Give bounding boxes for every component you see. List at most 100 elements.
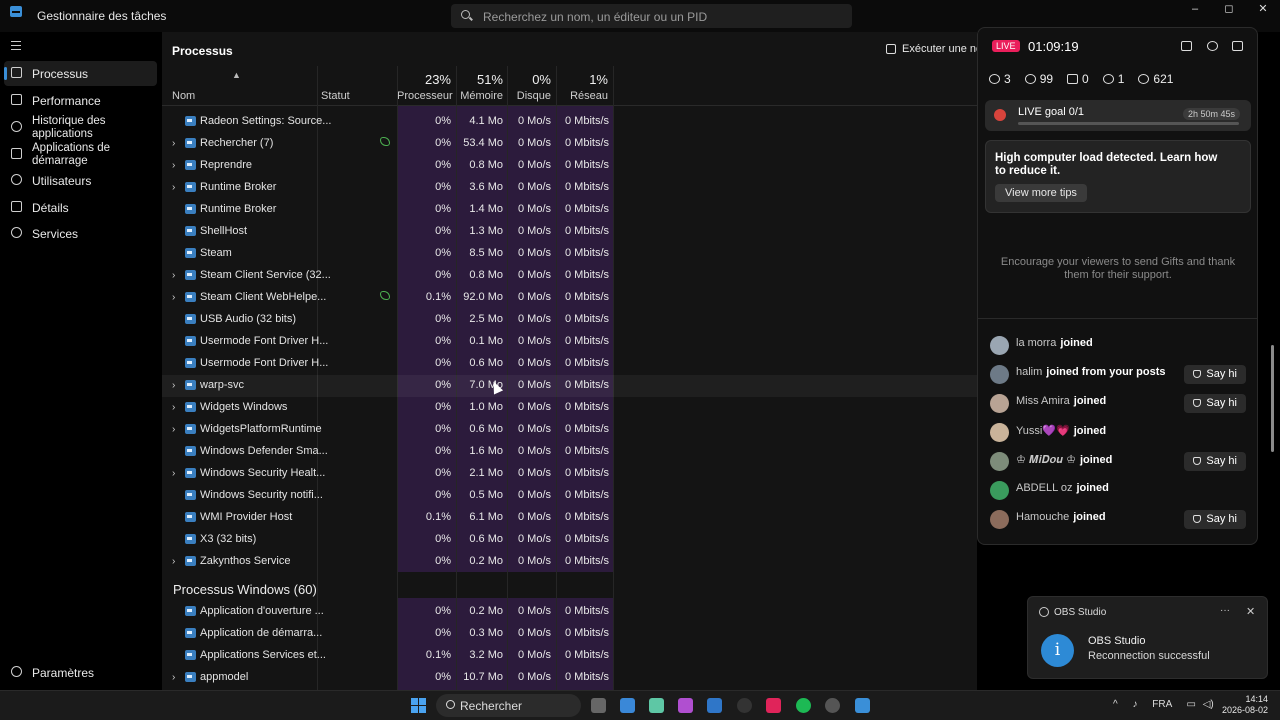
expand-chevron-icon[interactable]: › bbox=[172, 468, 175, 479]
expand-chevron-icon[interactable]: › bbox=[172, 380, 175, 391]
process-row[interactable]: Application de démarra... 0% 0.3 Mo 0 Mo/s 0… bbox=[162, 623, 977, 645]
task-manager-taskbar-icon[interactable] bbox=[855, 698, 870, 713]
vpn-icon[interactable] bbox=[649, 698, 664, 713]
avatar[interactable] bbox=[990, 481, 1009, 500]
process-row[interactable]: X3 (32 bits) 0% 0.6 Mo 0 Mo/s 0 Mbits/s bbox=[162, 529, 977, 551]
process-row[interactable]: Application d'ouverture ... 0% 0.2 Mo 0 Mo/… bbox=[162, 601, 977, 623]
avatar[interactable] bbox=[990, 423, 1009, 442]
column-status[interactable]: Statut bbox=[321, 90, 350, 102]
sidebar-item-performance[interactable]: Performance bbox=[4, 88, 157, 113]
maximize-button[interactable]: ◻ bbox=[1212, 0, 1246, 20]
process-row[interactable]: Usermode Font Driver H... 0% 0.6 Mo 0 Mo/s 0… bbox=[162, 353, 977, 375]
store-icon[interactable] bbox=[707, 698, 722, 713]
sidebar-item-app-history[interactable]: Historique des applications bbox=[4, 115, 157, 140]
photos-icon[interactable] bbox=[620, 698, 635, 713]
process-row[interactable]: Applications Services et... 0.1% 3.2 Mo 0 M… bbox=[162, 645, 977, 667]
expand-chevron-icon[interactable]: › bbox=[172, 672, 175, 683]
process-row[interactable]: ShellHost 0% 1.3 Mo 0 Mo/s 0 Mbits/s bbox=[162, 221, 977, 243]
copilot-icon[interactable] bbox=[678, 698, 693, 713]
column-network[interactable]: Réseau bbox=[557, 90, 608, 102]
expand-chevron-icon[interactable]: › bbox=[172, 160, 175, 171]
search-input[interactable]: Recherchez un nom, un éditeur ou un PID bbox=[451, 4, 852, 28]
lock-icon[interactable] bbox=[1181, 41, 1192, 51]
language-indicator[interactable]: FRA bbox=[1152, 699, 1171, 710]
steam-icon[interactable] bbox=[825, 698, 840, 713]
scrollbar[interactable] bbox=[1271, 345, 1274, 452]
process-row[interactable]: › Widgets Windows 0% 1.0 Mo 0 Mo/s 0 Mbits/s bbox=[162, 397, 977, 419]
network-icon[interactable]: ▭ bbox=[1187, 699, 1196, 710]
process-row[interactable]: › Steam Client WebHelpe... 0.1% 92.0 Mo 0 Mo… bbox=[162, 287, 977, 309]
process-row[interactable]: USB Audio (32 bits) 0% 2.5 Mo 0 Mo/s 0 Mbits… bbox=[162, 309, 977, 331]
process-row[interactable]: › Reprendre 0% 0.8 Mo 0 Mo/s 0 Mbits/s bbox=[162, 155, 977, 177]
viewer-name[interactable]: Yussi💜💗 bbox=[1016, 425, 1070, 437]
process-row[interactable]: Steam 0% 8.5 Mo 0 Mo/s 0 Mbits/s bbox=[162, 243, 977, 265]
viewer-name[interactable]: Hamouche bbox=[1016, 511, 1069, 523]
expand-chevron-icon[interactable]: › bbox=[172, 138, 175, 149]
clock[interactable]: 14:14 2026-08-02 bbox=[1222, 694, 1268, 716]
menu-icon[interactable] bbox=[11, 41, 21, 50]
sidebar-item-users[interactable]: Utilisateurs bbox=[4, 168, 157, 193]
column-cpu[interactable]: Processeur bbox=[397, 90, 453, 102]
viewer-name[interactable]: halim bbox=[1016, 366, 1042, 378]
column-memory[interactable]: Mémoire bbox=[457, 90, 503, 102]
avatar[interactable] bbox=[990, 394, 1009, 413]
avatar[interactable] bbox=[990, 510, 1009, 529]
task-view-icon[interactable] bbox=[591, 698, 606, 713]
avatar[interactable] bbox=[990, 336, 1009, 355]
close-button[interactable]: ✕ bbox=[1246, 0, 1280, 20]
process-row[interactable]: › Runtime Broker 0% 3.6 Mo 0 Mo/s 0 Mbits/s bbox=[162, 177, 977, 199]
obs-taskbar-icon[interactable] bbox=[737, 698, 752, 713]
mic-icon[interactable]: ♪ bbox=[1132, 699, 1137, 710]
expand-chevron-icon[interactable]: › bbox=[172, 556, 175, 567]
process-row[interactable]: › WidgetsPlatformRuntime 0% 0.6 Mo 0 Mo/s 0 M… bbox=[162, 419, 977, 441]
sort-caret-icon[interactable]: ▲ bbox=[232, 70, 241, 80]
process-row[interactable]: › Zakynthos Service 0% 0.2 Mo 0 Mo/s 0 Mbits/… bbox=[162, 551, 977, 573]
sidebar-item-services[interactable]: Services bbox=[4, 221, 157, 246]
expand-chevron-icon[interactable]: › bbox=[172, 424, 175, 435]
process-row[interactable]: Windows Security notifi... 0% 0.5 Mo 0 Mo/s… bbox=[162, 485, 977, 507]
column-name[interactable]: Nom bbox=[172, 90, 195, 102]
say-hi-button[interactable]: Say hi bbox=[1184, 365, 1246, 384]
column-disk[interactable]: Disque bbox=[507, 90, 551, 102]
process-row[interactable]: Radeon Settings: Source... 0% 4.1 Mo 0 Mo/s… bbox=[162, 111, 977, 133]
say-hi-button[interactable]: Say hi bbox=[1184, 452, 1246, 471]
sidebar-item-startup-apps[interactable]: Applications de démarrage bbox=[4, 142, 157, 167]
process-row[interactable]: › appmodel 0% 10.7 Mo 0 Mo/s 0 Mbits/s bbox=[162, 667, 977, 689]
show-hidden-icon[interactable]: ^ bbox=[1113, 699, 1118, 710]
spotify-icon[interactable] bbox=[796, 698, 811, 713]
avatar[interactable] bbox=[990, 365, 1009, 384]
live-goal[interactable]: LIVE goal 0/1 2h 50m 45s bbox=[985, 100, 1251, 131]
minimize-button[interactable]: – bbox=[1178, 0, 1212, 20]
close-icon[interactable]: ✕ bbox=[1246, 605, 1255, 618]
process-row[interactable]: WMI Provider Host 0.1% 6.1 Mo 0 Mo/s 0 Mbits… bbox=[162, 507, 977, 529]
run-new-task-button[interactable]: Exécuter une nouvelle tâche bbox=[886, 43, 977, 55]
process-row[interactable]: › Windows Security Healt... 0% 2.1 Mo 0 Mo/s… bbox=[162, 463, 977, 485]
viewer-name[interactable]: ♔ 𝑴𝒊𝑫𝒐𝒖 ♔ bbox=[1016, 454, 1076, 466]
sidebar-item-processus[interactable]: Processus bbox=[4, 61, 157, 86]
process-row[interactable]: › Rechercher (7) 0% 53.4 Mo 0 Mo/s 0 Mbits/s bbox=[162, 133, 977, 155]
settings-icon[interactable] bbox=[1207, 41, 1218, 51]
sidebar-item-details[interactable]: Détails bbox=[4, 195, 157, 220]
expand-chevron-icon[interactable]: › bbox=[172, 402, 175, 413]
viewer-name[interactable]: ABDELL oz bbox=[1016, 482, 1072, 494]
start-button[interactable] bbox=[411, 698, 426, 713]
windows-processes-group[interactable]: Processus Windows (60) bbox=[173, 582, 317, 597]
process-row[interactable]: Runtime Broker 0% 1.4 Mo 0 Mo/s 0 Mbits/s bbox=[162, 199, 977, 221]
process-row[interactable]: Windows Defender Sma... 0% 1.6 Mo 0 Mo/s 0 M… bbox=[162, 441, 977, 463]
expand-chevron-icon[interactable]: › bbox=[172, 270, 175, 281]
process-row[interactable]: › warp-svc 0% 7.0 Mo 0 Mo/s 0 Mbits/s bbox=[162, 375, 977, 397]
process-row[interactable]: › Steam Client Service (32... 0% 0.8 Mo 0 Mo… bbox=[162, 265, 977, 287]
say-hi-button[interactable]: Say hi bbox=[1184, 510, 1246, 529]
more-options-icon[interactable]: ··· bbox=[1220, 605, 1230, 616]
volume-icon[interactable]: ◁) bbox=[1203, 699, 1214, 710]
expand-chevron-icon[interactable]: › bbox=[172, 292, 175, 303]
expand-chevron-icon[interactable]: › bbox=[172, 182, 175, 193]
sidebar-item-settings[interactable]: Paramètres bbox=[4, 660, 157, 685]
avatar[interactable] bbox=[990, 452, 1009, 471]
process-row[interactable]: Usermode Font Driver H... 0% 0.1 Mo 0 Mo/s 0… bbox=[162, 331, 977, 353]
viewer-name[interactable]: Miss Amira bbox=[1016, 395, 1070, 407]
say-hi-button[interactable]: Say hi bbox=[1184, 394, 1246, 413]
view-more-tips-button[interactable]: View more tips bbox=[995, 184, 1087, 202]
obs-notification[interactable]: OBS Studio ··· ✕ i OBS Studio Reconnecti… bbox=[1027, 596, 1268, 679]
viewer-name[interactable]: la morra bbox=[1016, 337, 1056, 349]
